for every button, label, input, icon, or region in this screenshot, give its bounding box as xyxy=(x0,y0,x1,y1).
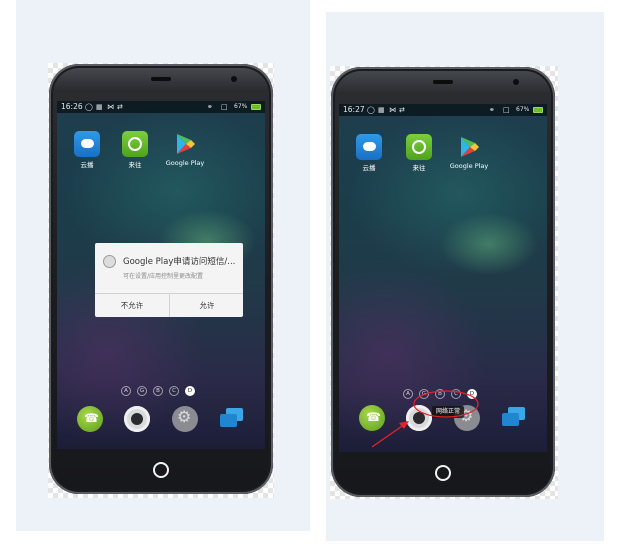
camera-icon[interactable] xyxy=(406,405,432,431)
messages-icon[interactable] xyxy=(219,406,245,432)
allow-button[interactable]: 允许 xyxy=(170,294,244,317)
front-camera xyxy=(513,79,519,85)
cloud-play-icon xyxy=(74,131,100,157)
page-dot[interactable]: A xyxy=(403,389,413,399)
sync-icon: □ xyxy=(503,106,510,114)
page-dot[interactable]: B xyxy=(435,389,445,399)
phone-icon[interactable] xyxy=(359,405,385,431)
app-label: 来往 xyxy=(412,164,426,172)
status-time: 16:26 xyxy=(61,102,83,111)
battery-percent: 67% xyxy=(234,103,248,110)
page-indicator: A G B C D xyxy=(57,386,265,396)
laiwang-icon xyxy=(122,131,148,157)
usb-icon: ⇄ xyxy=(117,103,123,111)
google-play-icon xyxy=(172,131,198,157)
app-yunbo[interactable]: 云播 xyxy=(65,131,109,169)
camera-icon[interactable] xyxy=(124,406,150,432)
share-notification-icon: ⋈ xyxy=(107,103,114,111)
app-laiwang[interactable]: 来往 xyxy=(113,131,157,169)
google-play-icon xyxy=(456,134,482,160)
sync-icon: □ xyxy=(221,103,228,111)
network-status-toast: 网络正常 xyxy=(432,406,465,418)
app-label: 来往 xyxy=(128,161,142,169)
left-phone-screen: 16:26 ◯ ▦ ⋈ ⇄ ⚭ □ 67% 云播 来往 Google Play … xyxy=(57,101,265,449)
status-time: 16:27 xyxy=(343,105,365,114)
permission-dialog: Google Play申请访问短信/... 可在设置/应用控制里更改配置 不允许… xyxy=(95,243,243,317)
chat-notification-icon: ◯ xyxy=(85,103,93,111)
app-label: Google Play xyxy=(165,159,205,167)
laiwang-icon xyxy=(406,134,432,160)
battery-percent: 67% xyxy=(516,106,530,113)
page-dot-active[interactable]: D xyxy=(467,389,477,399)
battery-icon xyxy=(251,104,261,110)
share-notification-icon: ⋈ xyxy=(389,106,396,114)
right-phone: 16:27 ◯ ▦ ⋈ ⇄ ⚭ □ 67% 云播 来往 Google Play … xyxy=(331,67,555,497)
status-bar: 16:26 ◯ ▦ ⋈ ⇄ ⚭ □ 67% xyxy=(57,101,265,113)
dialog-button-row: 不允许 允许 xyxy=(95,293,243,317)
cloud-play-icon xyxy=(356,134,382,160)
app-google-play[interactable]: Google Play xyxy=(447,134,491,170)
page-dot[interactable]: C xyxy=(169,386,179,396)
page-dot-active[interactable]: D xyxy=(185,386,195,396)
home-button[interactable] xyxy=(153,462,169,478)
grid-notification-icon: ▦ xyxy=(96,103,103,111)
permission-icon xyxy=(103,255,116,268)
app-yunbo[interactable]: 云播 xyxy=(347,134,391,172)
battery-icon xyxy=(533,107,543,113)
left-phone: 16:26 ◯ ▦ ⋈ ⇄ ⚭ □ 67% 云播 来往 Google Play … xyxy=(49,64,273,494)
earpiece-speaker xyxy=(433,80,453,84)
app-laiwang[interactable]: 来往 xyxy=(397,134,441,172)
usb-icon: ⇄ xyxy=(399,106,405,114)
home-button[interactable] xyxy=(435,465,451,481)
settings-icon[interactable] xyxy=(172,406,198,432)
app-label: 云播 xyxy=(362,164,376,172)
page-dot[interactable]: G xyxy=(137,386,147,396)
deny-button[interactable]: 不允许 xyxy=(95,294,169,317)
front-camera xyxy=(231,76,237,82)
page-indicator: A G B C D xyxy=(339,389,547,399)
dialog-title: Google Play申请访问短信/... xyxy=(123,257,236,267)
grid-notification-icon: ▦ xyxy=(378,106,385,114)
page-dot[interactable]: G xyxy=(419,389,429,399)
right-phone-screen: 16:27 ◯ ▦ ⋈ ⇄ ⚭ □ 67% 云播 来往 Google Play … xyxy=(339,104,547,452)
earpiece-speaker xyxy=(151,77,171,81)
wifi-icon: ⚭ xyxy=(489,106,495,114)
page-dot[interactable]: A xyxy=(121,386,131,396)
page-dot[interactable]: C xyxy=(451,389,461,399)
chat-notification-icon: ◯ xyxy=(367,106,375,114)
page-dot[interactable]: B xyxy=(153,386,163,396)
phone-icon[interactable] xyxy=(77,406,103,432)
wifi-icon: ⚭ xyxy=(207,103,213,111)
messages-icon[interactable] xyxy=(501,405,527,431)
app-label: 云播 xyxy=(80,161,94,169)
app-label: Google Play xyxy=(449,162,489,170)
status-bar: 16:27 ◯ ▦ ⋈ ⇄ ⚭ □ 67% xyxy=(339,104,547,116)
app-google-play[interactable]: Google Play xyxy=(163,131,207,167)
dialog-subtitle: 可在设置/应用控制里更改配置 xyxy=(123,273,204,280)
